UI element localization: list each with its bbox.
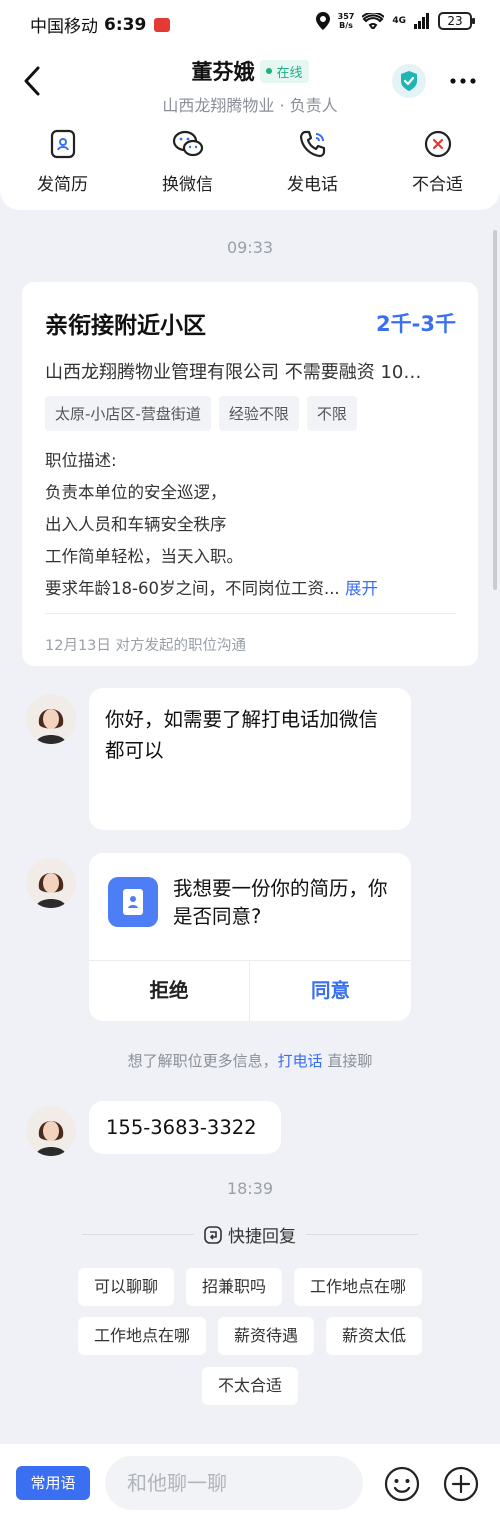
- job-header: 亲衔接附近小区 2千-3千: [45, 306, 456, 340]
- clock: 6:39: [104, 14, 147, 35]
- common-phrases-button[interactable]: 常用语: [16, 1466, 90, 1500]
- send-phone-label: 发电话: [287, 175, 338, 195]
- quick-actions: 发简历 换微信 发电话 不合适: [0, 128, 500, 195]
- person-avatar-icon: [26, 1106, 76, 1156]
- wechat-icon: [172, 130, 203, 157]
- quick-reply-title: 快捷回复: [204, 1222, 296, 1247]
- description-line: 工作简单轻松，当天入职。: [45, 547, 243, 566]
- avatar[interactable]: [26, 1106, 76, 1156]
- person-avatar-icon: [26, 694, 76, 744]
- carrier-label: 中国移动: [30, 17, 98, 37]
- divider: [82, 1234, 194, 1235]
- divider: [45, 613, 456, 614]
- resume-request-icon: [108, 877, 158, 927]
- quick-reply-row: 可以聊聊 招兼职吗 工作地点在哪: [0, 1268, 500, 1306]
- divider: [306, 1234, 418, 1235]
- agree-button[interactable]: 同意: [250, 961, 411, 1021]
- resume-request-card: 我想要一份你的简历，你是否同意? 拒绝 同意: [89, 853, 411, 1021]
- status-right: 357 B/s 4G 23: [315, 12, 475, 30]
- quick-reply-chip[interactable]: 工作地点在哪: [77, 1317, 206, 1355]
- plus-icon[interactable]: [443, 1466, 479, 1502]
- quick-reply-icon: [204, 1225, 222, 1244]
- not-suitable-label: 不合适: [412, 175, 463, 195]
- description-line: 要求年龄18-60岁之间，不同岗位工资...: [45, 579, 340, 598]
- quick-reply-row: 工作地点在哪 薪资待遇 薪资太低: [0, 1317, 500, 1355]
- description-last-line: 要求年龄18-60岁之间，不同岗位工资... 展开: [45, 573, 456, 605]
- avatar[interactable]: [26, 858, 76, 908]
- reject-button[interactable]: 拒绝: [89, 961, 249, 1021]
- send-phone-button[interactable]: 发电话: [250, 128, 375, 195]
- quick-reply-chip[interactable]: 不太合适: [201, 1367, 298, 1405]
- message-input[interactable]: [105, 1456, 363, 1510]
- job-footnote: 12月13日 对方发起的职位沟通: [45, 638, 247, 654]
- call-tip-prefix: 想了解职位更多信息，: [127, 1052, 278, 1070]
- job-title: 亲衔接附近小区: [45, 313, 206, 339]
- chat-header: 中国移动 6:39 357 B/s 4G 23 董芬娥 在线 山西龙翔腾物业 ·…: [0, 0, 500, 210]
- battery-icon: 23: [438, 12, 475, 30]
- quick-reply-header: 快捷回复: [0, 1222, 500, 1247]
- quick-reply-chip[interactable]: 招兼职吗: [185, 1268, 282, 1306]
- timestamp: 18:39: [226, 1179, 274, 1198]
- status-bar: 中国移动 6:39 357 B/s 4G 23: [0, 0, 500, 48]
- quick-reply-row: 不太合适: [0, 1367, 500, 1405]
- location-icon: [315, 12, 330, 30]
- company-info: 山西龙翔腾物业管理有限公司 不需要融资 10…: [45, 362, 422, 383]
- description-line: 负责本单位的安全巡逻，: [45, 483, 227, 502]
- network-speed: 357 B/s: [338, 12, 355, 30]
- quick-reply-label: 快捷回复: [228, 1227, 296, 1247]
- contact-name: 董芬娥: [191, 60, 255, 84]
- status-left: 中国移动 6:39: [30, 12, 171, 37]
- job-card[interactable]: 亲衔接附近小区 2千-3千 山西龙翔腾物业管理有限公司 不需要融资 10… 太原…: [22, 282, 478, 666]
- scrollbar[interactable]: [493, 230, 497, 590]
- avatar[interactable]: [26, 694, 76, 744]
- online-dot-icon: [266, 68, 273, 74]
- exchange-wechat-label: 换微信: [162, 175, 213, 195]
- close-circle-icon: [424, 130, 451, 158]
- send-resume-label: 发简历: [37, 175, 88, 195]
- call-tip-suffix: 直接聊: [322, 1052, 373, 1070]
- call-link[interactable]: 打电话: [278, 1052, 323, 1070]
- expand-link[interactable]: 展开: [345, 579, 378, 598]
- call-tip: 想了解职位更多信息，打电话 直接聊: [0, 1050, 500, 1071]
- quick-reply-chip[interactable]: 可以聊聊: [77, 1268, 174, 1306]
- emoji-icon[interactable]: [384, 1466, 420, 1502]
- phone-icon: [299, 130, 325, 158]
- job-tag: 不限: [306, 396, 357, 431]
- description-line: 出入人员和车辆安全秩序: [45, 515, 227, 534]
- online-badge: 在线: [260, 59, 309, 83]
- wifi-icon: [362, 13, 385, 29]
- network-type: 4G: [392, 16, 406, 26]
- send-resume-button[interactable]: 发简历: [0, 128, 125, 195]
- quick-reply-chip[interactable]: 工作地点在哪: [294, 1268, 423, 1306]
- verified-shield-icon[interactable]: [392, 64, 426, 98]
- phone-number-bubble[interactable]: 155-3683-3322: [89, 1101, 281, 1154]
- person-avatar-icon: [26, 858, 76, 908]
- more-options-icon[interactable]: [446, 66, 480, 96]
- speed-unit: B/s: [339, 21, 353, 30]
- timestamp: 09:33: [226, 238, 274, 257]
- online-label: 在线: [276, 65, 303, 81]
- exchange-wechat-button[interactable]: 换微信: [125, 128, 250, 195]
- job-description: 职位描述: 负责本单位的安全巡逻， 出入人员和车辆安全秩序 工作简单轻松，当天入…: [45, 445, 456, 605]
- resume-icon: [50, 129, 75, 159]
- quick-reply-chip[interactable]: 薪资太低: [326, 1317, 423, 1355]
- signal-icon: [414, 13, 429, 29]
- input-bar: 常用语: [0, 1444, 500, 1522]
- message-bubble[interactable]: 你好，如需要了解打电话加微信都可以: [89, 688, 411, 830]
- job-tag: 太原-小店区-营盘街道: [45, 396, 211, 431]
- quick-reply-chip[interactable]: 薪资待遇: [217, 1317, 314, 1355]
- resume-request-text: 我想要一份你的简历，你是否同意?: [173, 877, 388, 928]
- description-line: 职位描述:: [45, 451, 117, 470]
- not-suitable-button[interactable]: 不合适: [375, 128, 500, 195]
- notification-icon: [154, 17, 171, 32]
- speed-value: 357: [337, 12, 355, 21]
- job-tags: 太原-小店区-营盘街道 经验不限 不限: [45, 396, 456, 431]
- job-salary: 2千-3千: [376, 312, 456, 336]
- job-tag: 经验不限: [218, 396, 299, 431]
